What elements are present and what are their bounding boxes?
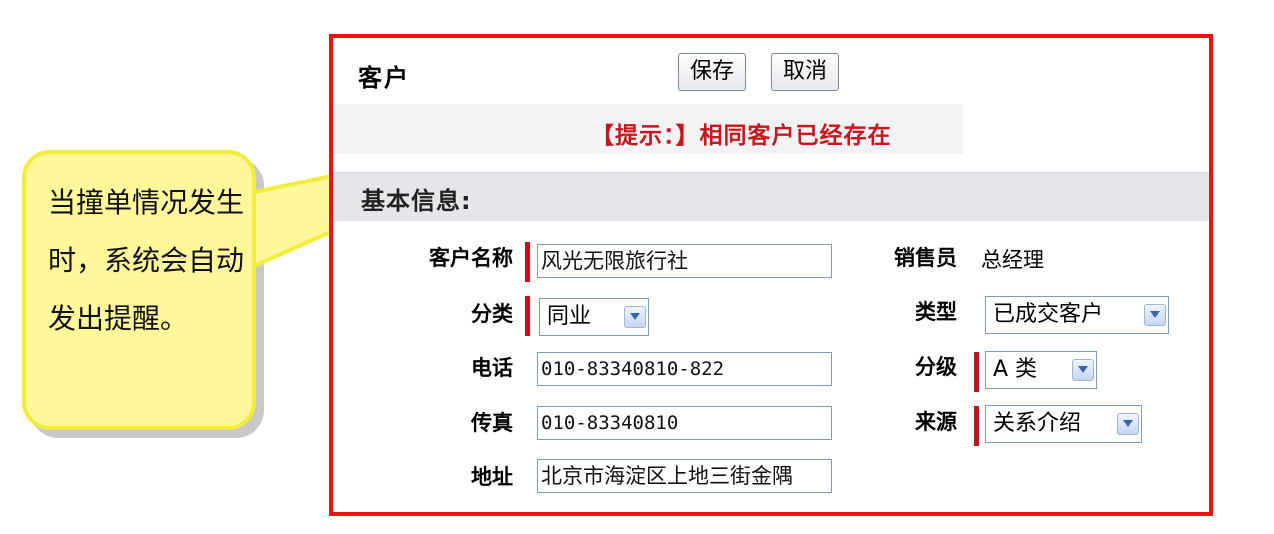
grade-select[interactable]: A 类 (985, 351, 1097, 389)
fax-label: 传真 (471, 411, 513, 435)
chevron-down-icon[interactable] (1117, 413, 1139, 435)
source-label: 来源 (915, 410, 957, 434)
type-select[interactable]: 已成交客户 (985, 296, 1169, 334)
dialog-title: 客户 (358, 64, 410, 92)
source-value: 关系介绍 (993, 411, 1082, 436)
category-select[interactable]: 同业 (539, 298, 649, 336)
source-select[interactable]: 关系介绍 (985, 405, 1142, 443)
category-label: 分类 (471, 302, 513, 326)
chevron-down-icon[interactable] (624, 306, 646, 328)
type-label: 类型 (915, 300, 957, 324)
category-value: 同业 (547, 304, 592, 329)
required-mark (525, 242, 530, 282)
chevron-down-icon[interactable] (1144, 304, 1166, 326)
customer-name-field[interactable]: 风光无限旅行社 (537, 244, 832, 278)
name-label: 客户名称 (429, 246, 513, 270)
phone-label: 电话 (471, 356, 513, 380)
address-field[interactable]: 北京市海淀区上地三街金隅 (537, 459, 832, 493)
address-label: 地址 (471, 465, 513, 489)
customer-dialog: 客户 保存 取消 【提示：】相同客户已经存在 基本信息: 客户名称 风光无限旅行… (329, 34, 1213, 516)
fax-field[interactable]: 010-83340810 (537, 406, 832, 440)
grade-label: 分级 (915, 355, 957, 379)
required-mark (525, 296, 530, 336)
required-mark (974, 352, 979, 392)
type-value: 已成交客户 (993, 302, 1104, 327)
chevron-down-icon[interactable] (1072, 359, 1094, 381)
salesperson-value: 总经理 (981, 248, 1044, 272)
salesperson-label: 销售员 (894, 246, 957, 270)
save-button[interactable]: 保存 (678, 53, 747, 91)
section-title: 基本信息: (361, 187, 472, 215)
section-header: 基本信息: (333, 172, 1209, 221)
duplicate-hint: 【提示：】相同客户已经存在 (591, 123, 892, 149)
phone-field[interactable]: 010-83340810-822 (537, 352, 832, 386)
grade-value: A 类 (993, 357, 1038, 382)
cancel-button[interactable]: 取消 (771, 53, 840, 91)
required-mark (974, 406, 979, 446)
